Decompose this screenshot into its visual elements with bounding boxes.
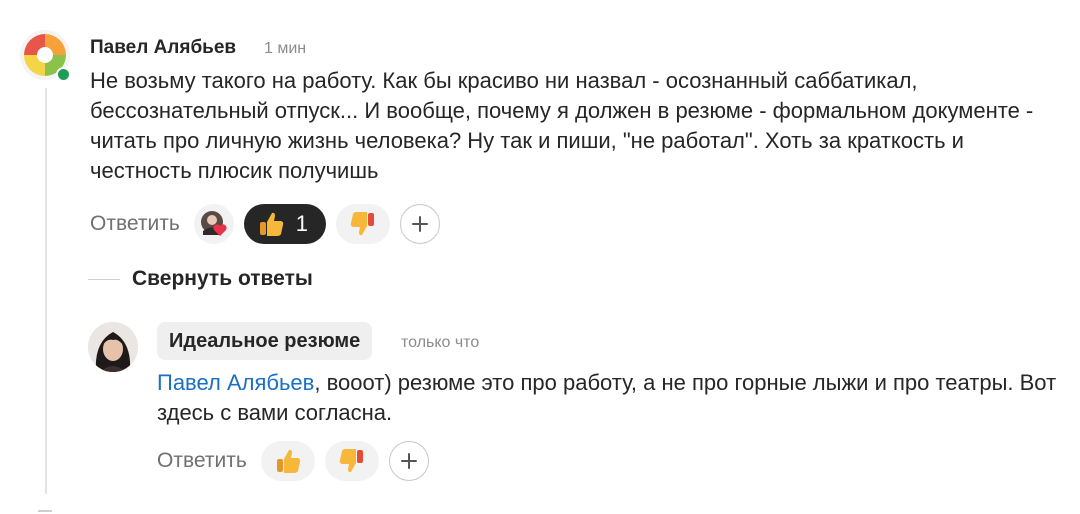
- thread-line: [45, 88, 47, 494]
- reply-add-reaction-button[interactable]: [388, 441, 429, 481]
- reply-time: только что: [401, 334, 480, 351]
- thumbs-up-icon: [259, 212, 284, 236]
- reply-actions: Ответить: [157, 441, 429, 481]
- mention-link[interactable]: Павел Алябьев: [157, 370, 314, 395]
- thumbs-down-icon: [339, 449, 363, 473]
- comment-actions: Ответить 1: [90, 204, 441, 244]
- comment-text: Не возьму такого на работу. Как бы краси…: [90, 68, 1034, 183]
- reply-like-button[interactable]: [260, 441, 315, 481]
- user-photo-avatar: [88, 322, 138, 372]
- reply-author-avatar[interactable]: [88, 322, 138, 372]
- collapse-replies-button[interactable]: Свернуть ответы: [132, 267, 313, 291]
- reply-reply-button[interactable]: Ответить: [157, 449, 247, 473]
- like-reaction-button[interactable]: 1: [243, 204, 327, 244]
- plus-icon: [412, 216, 429, 232]
- next-item-marker: [38, 510, 52, 512]
- online-status-indicator: [56, 67, 71, 82]
- like-count: 1: [295, 211, 309, 236]
- add-reaction-button[interactable]: [400, 204, 441, 244]
- thumbs-up-icon: [276, 449, 301, 473]
- plus-icon: [400, 453, 417, 469]
- collapse-divider: [88, 279, 120, 280]
- avatar-heart-icon: [200, 211, 227, 236]
- thumbs-down-icon: [350, 212, 375, 236]
- comment-author[interactable]: Павел Алябьев: [90, 37, 236, 59]
- reply-dislike-button[interactable]: [324, 441, 379, 481]
- reply-button[interactable]: Ответить: [90, 212, 180, 236]
- reaction-avatar-heart[interactable]: [193, 204, 234, 244]
- reply-text: Павел Алябьев, вооот) резюме это про раб…: [157, 368, 1057, 428]
- dislike-reaction-button[interactable]: [336, 204, 391, 244]
- comment-time: 1 мин: [264, 40, 307, 57]
- reply-author[interactable]: Идеальное резюме: [157, 322, 373, 360]
